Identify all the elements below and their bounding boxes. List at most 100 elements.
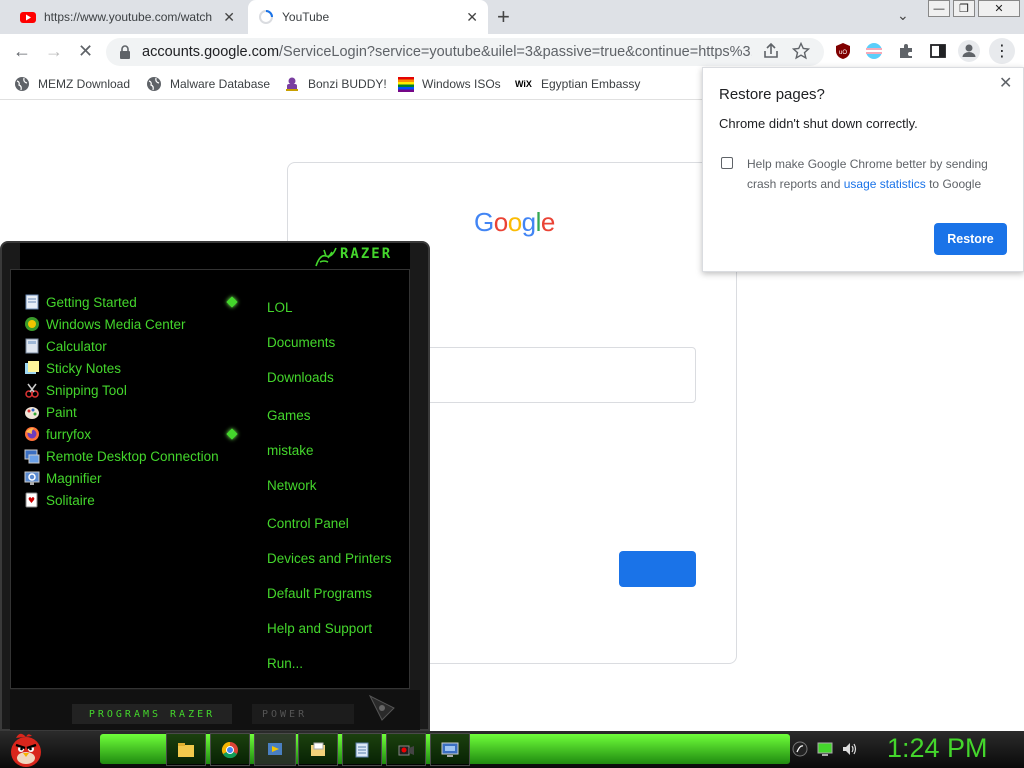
share-icon[interactable] <box>762 42 780 60</box>
loading-spinner-icon <box>259 10 273 24</box>
program-windows-media-center[interactable]: Windows Media Center <box>24 316 186 332</box>
magnifier-icon <box>24 471 40 485</box>
chrome-menu-icon[interactable]: ⋮ <box>989 38 1015 64</box>
close-tab-icon[interactable]: ✕ <box>223 9 235 26</box>
restore-button[interactable]: Restore <box>934 223 1007 255</box>
explorer-icon <box>311 742 325 756</box>
bookmark-label: Windows ISOs <box>422 77 501 91</box>
start-button-angry-bird-icon[interactable] <box>6 728 46 768</box>
taskbar-explorer[interactable] <box>298 733 338 766</box>
ublock-origin-icon[interactable]: uO <box>834 42 852 60</box>
next-button[interactable] <box>619 551 696 587</box>
taskbar-remote-desktop[interactable] <box>430 733 470 766</box>
place-help-support[interactable]: Help and Support <box>267 621 372 636</box>
shutdown-button[interactable]: POWER <box>252 704 354 724</box>
program-remote-desktop[interactable]: Remote Desktop Connection <box>24 448 219 464</box>
bookmark-egyptian-embassy[interactable]: WiX Egyptian Embassy <box>515 76 640 92</box>
restore-window-button[interactable]: ❐ <box>953 0 975 17</box>
media-player-icon <box>268 742 282 755</box>
close-window-button[interactable]: ✕ <box>978 0 1020 17</box>
forward-icon[interactable]: → <box>45 41 63 62</box>
tab-search-chevron-icon[interactable]: ⌄ <box>897 7 909 24</box>
taskbar-clock[interactable]: 1:24 PM <box>887 733 988 764</box>
taskbar-folder[interactable] <box>166 733 206 766</box>
taskbar-recorder[interactable] <box>386 733 426 766</box>
program-getting-started[interactable]: Getting Started <box>24 294 137 310</box>
lock-icon[interactable] <box>119 45 131 59</box>
video-recorder-icon <box>398 745 414 755</box>
bookmark-malware-database[interactable]: Malware Database <box>146 76 270 92</box>
program-label: Getting Started <box>46 294 137 310</box>
place-lol[interactable]: LOL <box>267 300 293 315</box>
program-label: Calculator <box>46 338 107 354</box>
program-calculator[interactable]: Calculator <box>24 338 107 354</box>
taskbar-notepad[interactable] <box>342 733 382 766</box>
program-magnifier[interactable]: Magnifier <box>24 470 102 486</box>
razer-logo: RAZER <box>340 246 393 262</box>
tab-title: YouTube <box>282 10 330 24</box>
svg-text:uO: uO <box>839 50 847 56</box>
tray-network-icon[interactable] <box>817 741 833 757</box>
close-icon[interactable]: ✕ <box>999 73 1012 93</box>
program-snipping-tool[interactable]: Snipping Tool <box>24 382 127 398</box>
extensions-puzzle-icon[interactable] <box>897 42 915 60</box>
close-tab-icon[interactable]: ✕ <box>466 9 478 26</box>
program-label: Magnifier <box>46 470 102 486</box>
program-label: Paint <box>46 404 77 420</box>
notepad-icon <box>355 742 369 757</box>
place-run[interactable]: Run... <box>267 656 303 671</box>
tray-volume-icon[interactable] <box>841 741 857 757</box>
profile-avatar-icon[interactable] <box>958 40 980 62</box>
stop-loading-icon[interactable]: ✕ <box>78 41 93 62</box>
all-programs-button[interactable]: PROGRAMS RAZER <box>72 704 232 724</box>
new-tab-button[interactable]: + <box>497 4 510 30</box>
bookmark-memz[interactable]: MEMZ Download <box>14 76 130 92</box>
razer-snake-icon <box>315 247 337 267</box>
bookmark-label: Malware Database <box>170 77 271 91</box>
tab-youtube-watch[interactable]: https://www.youtube.com/watch ✕ <box>10 0 245 34</box>
place-network[interactable]: Network <box>267 478 317 493</box>
media-center-icon <box>25 317 39 331</box>
folder-icon <box>178 742 194 757</box>
crash-report-checkbox[interactable] <box>721 157 733 169</box>
program-furryfox[interactable]: furryfox <box>24 426 91 442</box>
program-solitaire[interactable]: ♥ Solitaire <box>24 492 95 508</box>
bookmark-label: MEMZ Download <box>38 77 131 91</box>
taskbar-media-player[interactable] <box>254 733 296 766</box>
minimize-button[interactable]: — <box>928 0 950 17</box>
shutdown-options-arrow-icon[interactable] <box>368 694 396 722</box>
url-path: /ServiceLogin?service=youtube&uilel=3&pa… <box>279 44 752 60</box>
sticky-notes-icon <box>25 361 39 374</box>
dialog-message: Chrome didn't shut down correctly. <box>719 116 918 131</box>
windows-flag-icon <box>398 77 414 92</box>
place-mistake[interactable]: mistake <box>267 443 314 458</box>
crash-report-label: Help make Google Chrome better by sendin… <box>747 154 1007 194</box>
chrome-icon <box>221 741 238 758</box>
extension-flag-icon[interactable] <box>865 42 883 60</box>
place-default-programs[interactable]: Default Programs <box>267 586 372 601</box>
bookmark-star-icon[interactable] <box>792 42 810 60</box>
google-logo: Google <box>474 207 555 237</box>
place-documents[interactable]: Documents <box>267 335 335 350</box>
place-games[interactable]: Games <box>267 408 311 423</box>
bookmark-bonzi-buddy[interactable]: Bonzi BUDDY! <box>284 76 387 92</box>
place-devices-printers[interactable]: Devices and Printers <box>267 551 392 566</box>
tab-youtube[interactable]: YouTube ✕ <box>248 0 488 34</box>
usage-statistics-link[interactable]: usage statistics <box>844 177 926 191</box>
back-icon[interactable]: ← <box>13 41 31 62</box>
url-text[interactable]: accounts.google.com/ServiceLogin?service… <box>142 44 752 60</box>
url-host: accounts.google.com <box>142 44 280 60</box>
program-paint[interactable]: Paint <box>24 404 77 420</box>
program-label: Solitaire <box>46 492 95 508</box>
place-downloads[interactable]: Downloads <box>267 370 334 385</box>
tray-razer-icon[interactable] <box>792 741 808 757</box>
bookmark-windows-isos[interactable]: Windows ISOs <box>398 76 501 92</box>
snipping-tool-icon <box>25 383 39 398</box>
bonzi-icon <box>286 77 298 91</box>
taskbar-chrome[interactable] <box>210 733 250 766</box>
email-input[interactable] <box>420 347 696 403</box>
program-sticky-notes[interactable]: Sticky Notes <box>24 360 121 376</box>
side-panel-icon[interactable] <box>929 42 947 60</box>
paint-icon <box>25 407 39 419</box>
place-control-panel[interactable]: Control Panel <box>267 516 349 531</box>
